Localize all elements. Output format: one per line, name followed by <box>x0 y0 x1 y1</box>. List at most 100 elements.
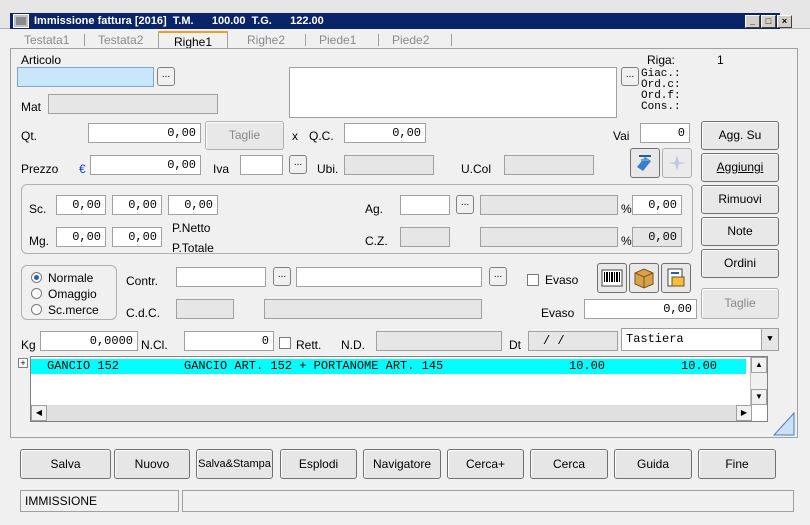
ag-pct-input[interactable]: 0,00 <box>632 195 682 215</box>
mat-label: Mat <box>21 100 42 114</box>
qc-input[interactable]: 0,00 <box>344 123 426 143</box>
iva-lookup-button[interactable]: ... <box>289 155 307 174</box>
evaso-input[interactable]: 0,00 <box>584 299 697 319</box>
ag-pct-symbol: % <box>621 202 632 216</box>
resize-corner-icon[interactable] <box>772 411 795 436</box>
agg-su-button[interactable]: Agg. Su <box>701 121 779 150</box>
table-row[interactable]: GANCIO 152 GANCIO ART. 152 + PORTANOME A… <box>31 359 746 374</box>
minimize-button[interactable]: _ <box>745 15 760 28</box>
status-mode: IMMISSIONE <box>20 490 179 512</box>
rimuovi-button[interactable]: Rimuovi <box>701 185 779 214</box>
vai-input[interactable]: 0 <box>640 123 690 143</box>
window-title: Immissione fattura [2016] T.M. 100.00 T.… <box>34 15 324 27</box>
ubi-field <box>344 155 434 175</box>
tab-testata1[interactable]: Testata1 <box>24 31 69 49</box>
scroll-up-icon[interactable]: ▲ <box>751 357 767 373</box>
radio-scmerce-label: Sc.merce <box>48 303 99 317</box>
pnetto-label: P.Netto <box>172 221 211 235</box>
evaso-checkbox[interactable] <box>527 274 539 286</box>
iva-label: Iva <box>213 162 230 176</box>
sparkle-icon[interactable] <box>662 148 692 178</box>
dt-field: / / <box>528 331 618 351</box>
expand-icon[interactable]: + <box>18 358 28 368</box>
taglie-button[interactable]: Taglie <box>205 121 284 150</box>
tastiera-select-value: Tastiera <box>626 332 684 346</box>
vertical-scrollbar[interactable]: ▲ ▼ <box>750 357 767 405</box>
scroll-right-icon[interactable]: ▶ <box>736 405 752 421</box>
ag-input[interactable] <box>400 195 450 215</box>
articolo-input[interactable] <box>17 67 154 87</box>
qt-input[interactable]: 0,00 <box>88 123 201 143</box>
close-button[interactable]: × <box>777 15 792 28</box>
tab-righe2[interactable]: Righe2 <box>247 31 285 49</box>
cz-pct-field: 0,00 <box>632 227 682 247</box>
maximize-button[interactable]: □ <box>761 15 776 28</box>
rett-checkbox[interactable] <box>279 337 291 349</box>
cerca-plus-button[interactable]: Cerca+ <box>447 449 524 479</box>
description-lookup-button[interactable]: ... <box>621 67 639 86</box>
row-description: GANCIO ART. 152 + PORTANOME ART. 145 <box>184 359 444 373</box>
salva-stampa-button[interactable]: Salva&Stampa <box>196 449 273 479</box>
contr-lookup-button[interactable]: ... <box>273 267 291 286</box>
scroll-left-icon[interactable]: ◀ <box>31 405 47 421</box>
taglie-side-button[interactable]: Taglie <box>701 288 779 319</box>
sc3-input[interactable]: 0,00 <box>168 195 218 215</box>
x-label: x <box>292 129 298 143</box>
qc-label: Q.C. <box>309 129 334 143</box>
tab-separator <box>305 34 306 46</box>
mg1-input[interactable]: 0,00 <box>56 227 106 247</box>
ordini-button[interactable]: Ordini <box>701 249 779 278</box>
fine-button[interactable]: Fine <box>698 449 776 479</box>
nuovo-button[interactable]: Nuovo <box>114 449 190 479</box>
cz-pct-symbol: % <box>621 234 632 248</box>
nd-label: N.D. <box>341 338 365 352</box>
horizontal-scrollbar[interactable]: ◀ ▶ <box>31 405 752 421</box>
contr-description-field[interactable] <box>296 267 482 287</box>
ucol-field <box>504 155 594 175</box>
barcode-icon[interactable] <box>597 263 627 293</box>
contr-description-lookup-button[interactable]: ... <box>489 267 507 286</box>
prezzo-input[interactable]: 0,00 <box>90 155 201 175</box>
guida-button[interactable]: Guida <box>614 449 692 479</box>
price-list-icon[interactable] <box>630 148 660 178</box>
dt-label: Dt <box>509 338 521 352</box>
tab-bar: Testata1 Testata2 Righe1 Righe2 Piede1 P… <box>18 31 798 49</box>
radio-omaggio[interactable] <box>31 288 42 299</box>
tab-testata2[interactable]: Testata2 <box>98 31 143 49</box>
package-icon[interactable] <box>629 263 659 293</box>
mg2-input[interactable]: 0,00 <box>112 227 162 247</box>
articolo-lookup-button[interactable]: ... <box>157 67 175 86</box>
contr-input[interactable] <box>176 267 266 287</box>
contr-label: Contr. <box>126 274 159 288</box>
qt-label: Qt. <box>21 129 38 143</box>
sc1-input[interactable]: 0,00 <box>56 195 106 215</box>
radio-scmerce[interactable] <box>31 304 42 315</box>
salva-button[interactable]: Salva <box>20 449 111 479</box>
note-button[interactable]: Note <box>701 217 779 246</box>
tastiera-select[interactable]: Tastiera ▼ <box>621 328 779 351</box>
euro-icon: € <box>79 162 86 176</box>
status-message <box>182 490 794 512</box>
kg-input[interactable]: 0,0000 <box>40 331 138 351</box>
description-textarea[interactable] <box>289 67 617 118</box>
tab-separator <box>451 34 452 46</box>
riga-label: Riga: <box>647 53 676 67</box>
tab-righe1[interactable]: Righe1 <box>158 31 228 49</box>
aggiungi-button[interactable]: Aggiungi <box>701 153 779 182</box>
tab-piede2[interactable]: Piede2 <box>392 31 429 49</box>
nd-field <box>376 331 502 351</box>
prezzo-label: Prezzo <box>21 162 59 176</box>
radio-normale[interactable] <box>31 272 42 283</box>
document-print-icon[interactable] <box>661 263 691 293</box>
tab-piede1[interactable]: Piede1 <box>319 31 356 49</box>
articolo-label: Articolo <box>21 53 62 67</box>
scroll-down-icon[interactable]: ▼ <box>751 389 767 405</box>
ncl-input[interactable]: 0 <box>184 331 274 351</box>
ag-lookup-button[interactable]: ... <box>456 195 474 214</box>
iva-input[interactable] <box>240 155 283 175</box>
esplodi-button[interactable]: Esplodi <box>280 449 357 479</box>
sc2-input[interactable]: 0,00 <box>112 195 162 215</box>
cerca-button[interactable]: Cerca <box>530 449 608 479</box>
chevron-down-icon[interactable]: ▼ <box>761 329 778 350</box>
navigatore-button[interactable]: Navigatore <box>363 449 441 479</box>
